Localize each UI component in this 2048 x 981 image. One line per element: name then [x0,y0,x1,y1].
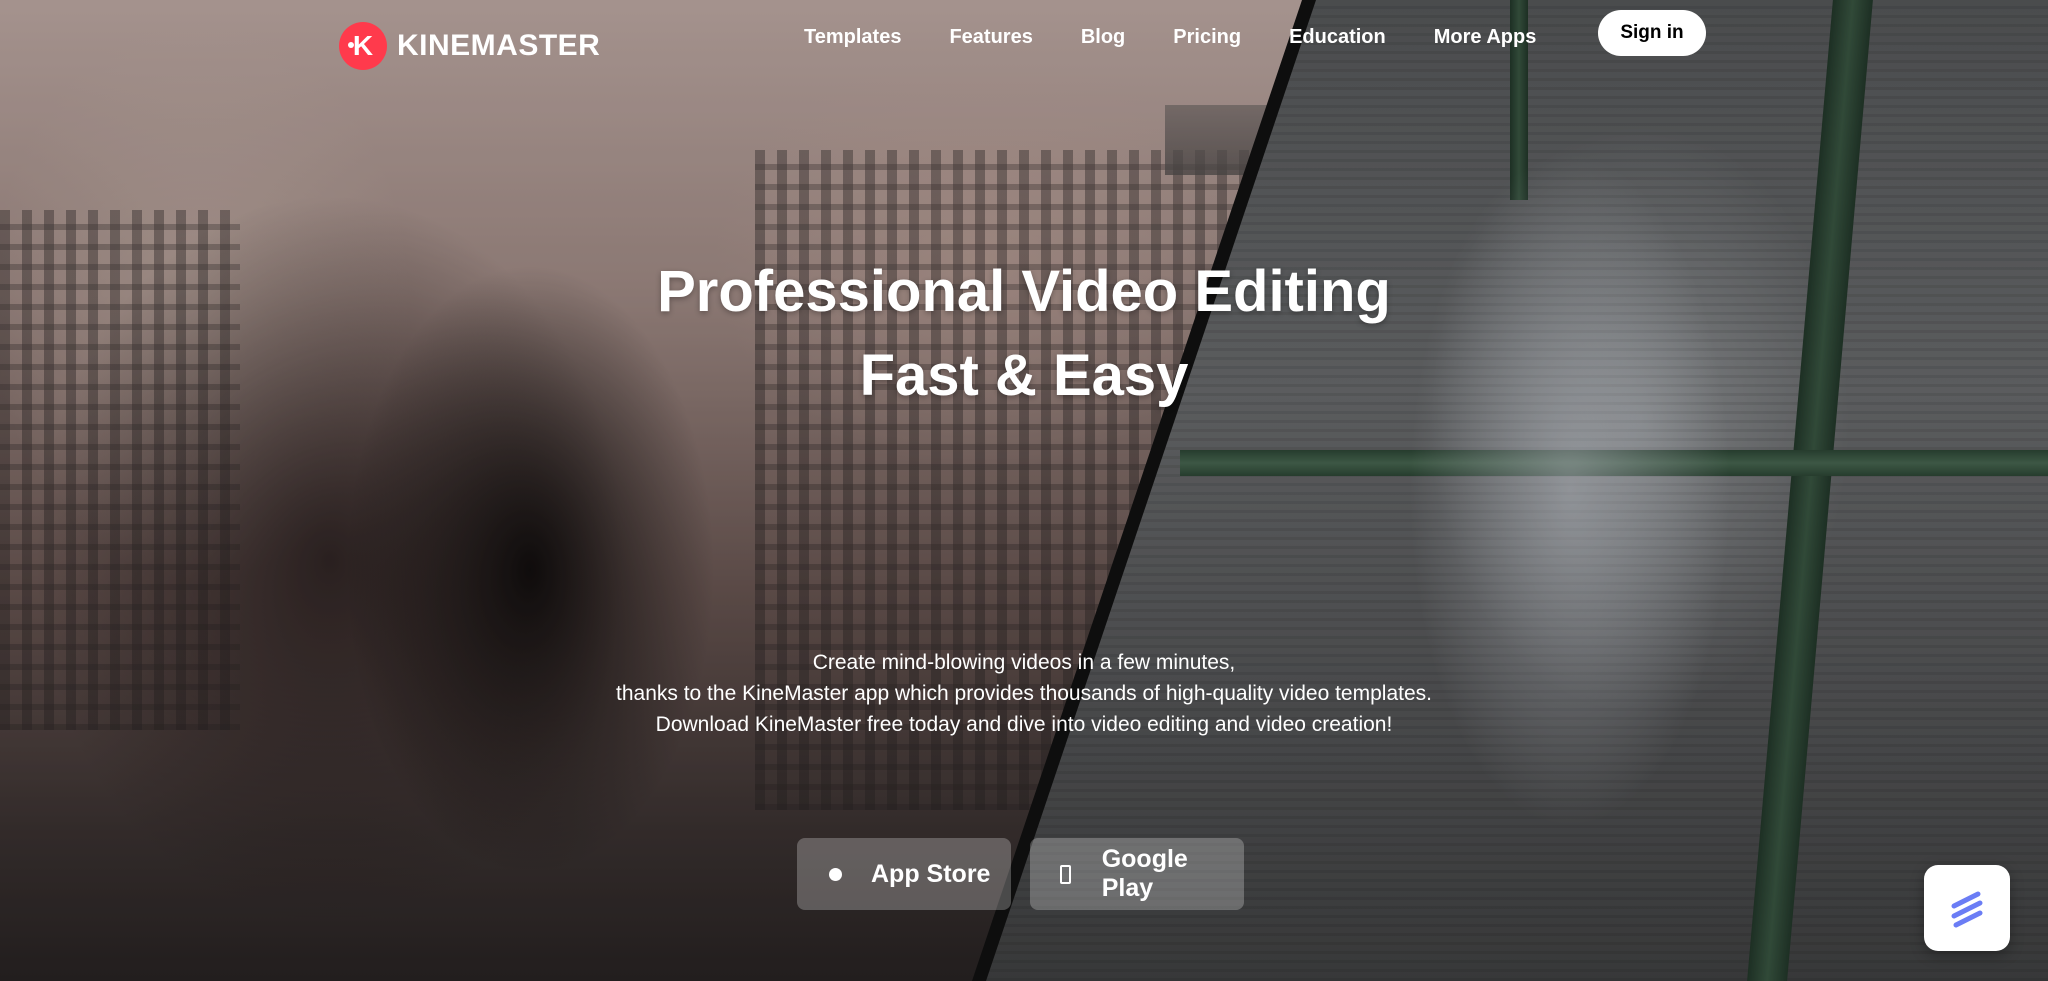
hero-section: K KINEMASTER Templates Features Blog Pri… [0,0,2048,981]
hero-description-line-3: Download KineMaster free today and dive … [655,713,1393,736]
app-store-label: App Store [871,859,991,888]
brand-logo[interactable]: K KINEMASTER [339,22,600,70]
nav-item-pricing[interactable]: Pricing [1149,24,1265,50]
sign-in-button[interactable]: Sign in [1598,10,1706,56]
hero-overlay [0,0,2048,981]
phone-icon [1056,864,1076,884]
kinemaster-logo-icon: K [339,22,387,70]
google-play-label: Google Play [1101,845,1188,902]
nav-item-more-apps[interactable]: More Apps [1410,24,1561,50]
hero-headline: Professional Video Editing Fast & Easy [0,250,2048,418]
app-store-button[interactable]: App Store [797,838,1011,910]
nav-item-education[interactable]: Education [1265,24,1410,50]
google-play-button[interactable]: Google Play [1030,838,1244,910]
nav-item-features[interactable]: Features [925,24,1056,50]
nav-item-templates[interactable]: Templates [780,24,925,50]
hero-description: Create mind-blowing videos in a few minu… [0,647,2048,740]
hero-headline-line-2: Fast & Easy [859,343,1189,408]
logo-letter: K [352,30,374,61]
apple-icon [825,867,845,881]
site-header: K KINEMASTER Templates Features Blog Pri… [0,0,2048,80]
hero-headline-line-1: Professional Video Editing [657,259,1391,324]
main-nav: Templates Features Blog Pricing Educatio… [780,24,1560,50]
hero-description-line-2: thanks to the KineMaster app which provi… [616,682,1432,705]
chat-widget-icon [1951,891,1983,928]
hero-description-line-1: Create mind-blowing videos in a few minu… [812,651,1236,674]
chat-widget-button[interactable] [1924,865,2010,951]
brand-name: KINEMASTER [397,29,601,62]
nav-item-blog[interactable]: Blog [1057,24,1149,50]
